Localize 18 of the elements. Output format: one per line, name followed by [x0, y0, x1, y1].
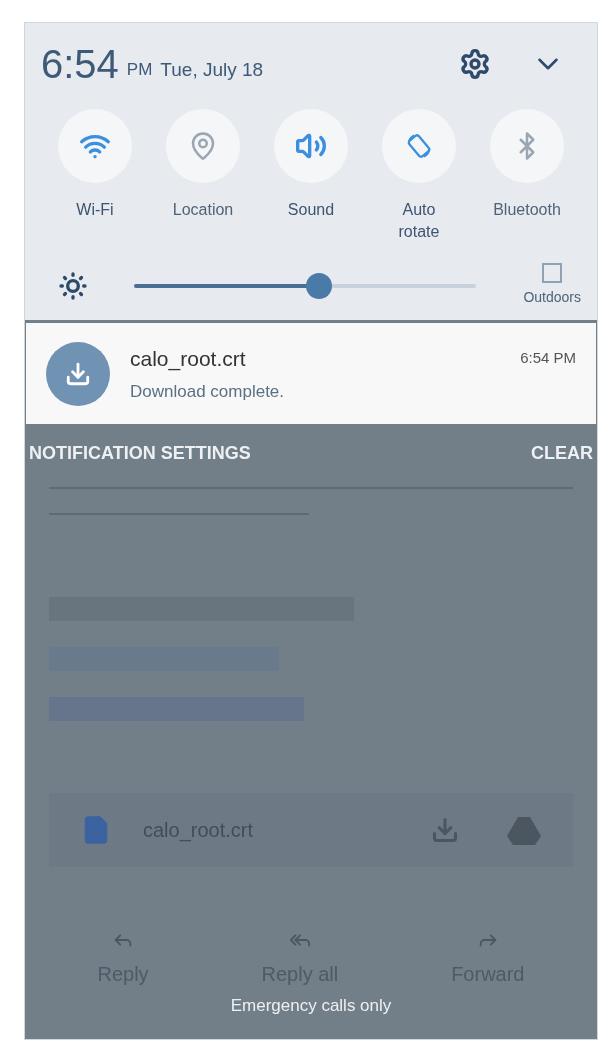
quick-toggle[interactable]: Bluetooth: [477, 109, 577, 243]
notification-title: calo_root.crt: [130, 346, 247, 373]
download-notification[interactable]: calo_root.crt Download complete. 6:54 PM: [26, 323, 596, 424]
carrier-status: Emergency calls only: [229, 995, 393, 1017]
clock-time: 6:54: [41, 44, 119, 84]
notification-text: Download complete.: [130, 380, 286, 403]
date-text: Tue, July 18: [160, 57, 264, 82]
notification-time: 6:54 PM: [520, 348, 576, 368]
outdoors-checkbox[interactable]: Outdoors: [523, 263, 581, 308]
notification-settings-button[interactable]: NOTIFICATION SETTINGS: [29, 440, 251, 467]
brightness-icon: [57, 269, 89, 302]
quick-toggle[interactable]: Location: [153, 109, 253, 243]
quick-toggle[interactable]: Wi-Fi: [45, 109, 145, 243]
clear-button[interactable]: CLEAR: [531, 440, 593, 467]
quick-toggle[interactable]: Auto rotate: [369, 109, 469, 243]
quick-toggle[interactable]: Sound: [261, 109, 361, 243]
clock-ampm: PM: [126, 59, 153, 82]
gear-icon: [459, 48, 491, 80]
